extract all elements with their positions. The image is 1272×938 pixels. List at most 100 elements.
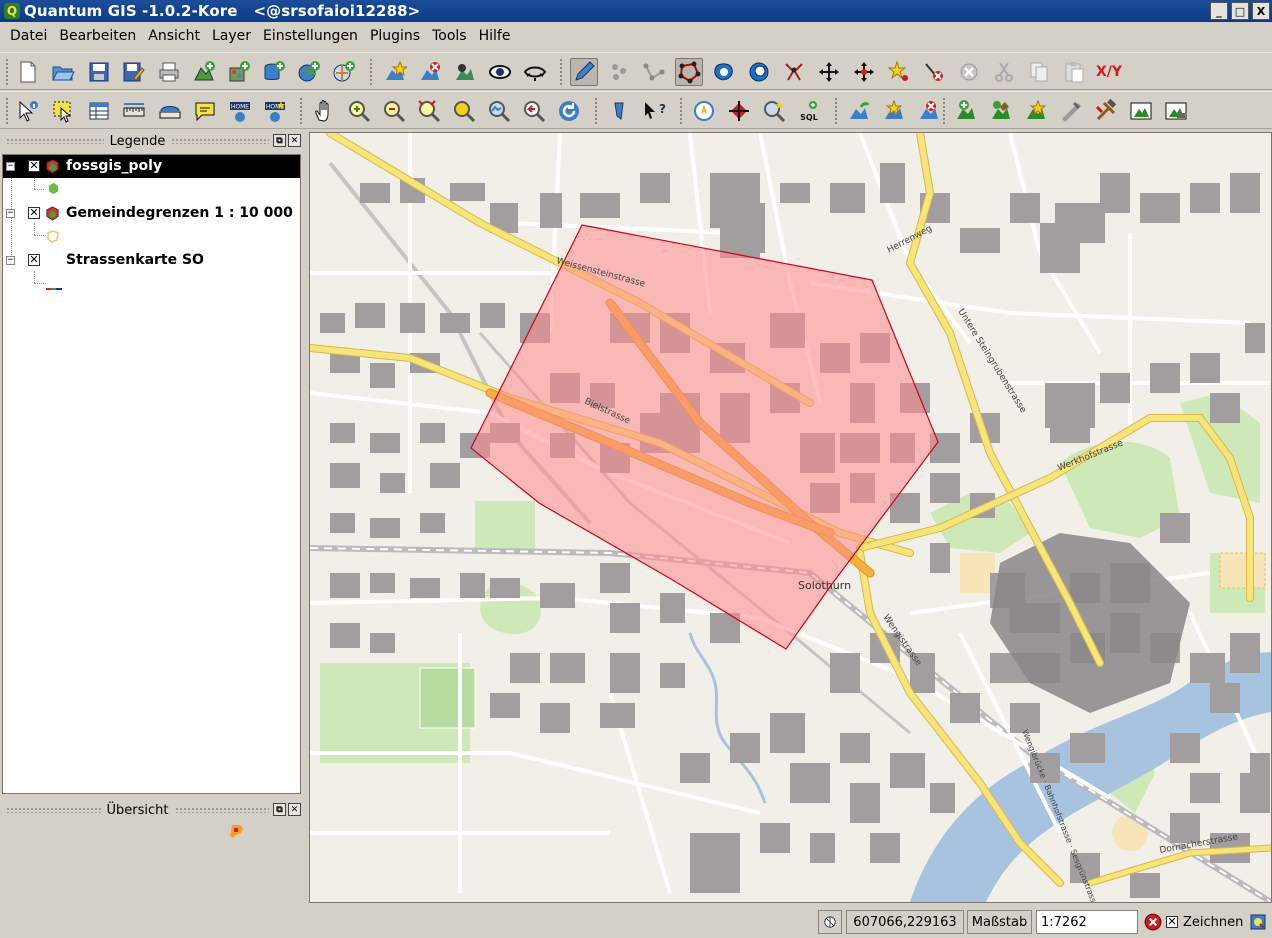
map-svg[interactable]: Weissensteinstrasse Bielstrasse Herrenwe…: [310, 133, 1271, 902]
sql-icon[interactable]: SQL: [795, 97, 823, 125]
map-canvas[interactable]: Weissensteinstrasse Bielstrasse Herrenwe…: [309, 132, 1272, 903]
render-toggle[interactable]: ✕ Zeichnen: [1166, 910, 1244, 934]
toolbar-grip[interactable]: [560, 59, 564, 85]
layer-visibility-checkbox[interactable]: ✕: [28, 160, 40, 172]
add-vertex-icon[interactable]: [885, 58, 913, 86]
gps-icon[interactable]: [725, 97, 753, 125]
home-icon[interactable]: HOME: [226, 97, 254, 125]
stop-render-icon[interactable]: [1141, 910, 1165, 934]
add-raster-layer-icon[interactable]: [952, 97, 980, 125]
menu-hilfe[interactable]: Hilfe: [473, 28, 517, 44]
home-plus-icon[interactable]: HOME: [261, 97, 289, 125]
menu-tools[interactable]: Tools: [426, 28, 473, 44]
new-point-layer-icon[interactable]: [880, 97, 908, 125]
menu-plugins[interactable]: Plugins: [364, 28, 426, 44]
collapse-icon[interactable]: −: [6, 162, 15, 171]
identify-icon[interactable]: [14, 97, 42, 125]
add-island-icon[interactable]: [745, 58, 773, 86]
remove-layer-icon[interactable]: [416, 58, 444, 86]
legend-layer-strassenkarte[interactable]: − ✕ Strassenkarte SO: [3, 249, 300, 272]
add-wfs-icon[interactable]: [330, 58, 358, 86]
toolbar-grip[interactable]: [370, 59, 374, 85]
pan-icon[interactable]: [310, 97, 338, 125]
close-button[interactable]: X: [1252, 2, 1270, 20]
map-tips-icon[interactable]: [191, 97, 219, 125]
add-all-icon[interactable]: [451, 58, 479, 86]
delete-vertex-icon[interactable]: [920, 58, 948, 86]
move-vertex-icon[interactable]: [850, 58, 878, 86]
minimize-button[interactable]: _: [1210, 2, 1228, 20]
legend-float-button[interactable]: ⧉: [273, 134, 286, 147]
whats-this-icon[interactable]: ?: [640, 97, 668, 125]
toolbar-grip[interactable]: [835, 98, 839, 124]
toolbar-grip[interactable]: [6, 98, 10, 124]
legend-layer-gemeindegrenzen[interactable]: − ✕ Gemeindegrenzen 1 : 10 000: [3, 202, 300, 225]
add-wms-icon[interactable]: [295, 58, 323, 86]
grass-icon[interactable]: [1057, 97, 1085, 125]
add-ring-icon[interactable]: [710, 58, 738, 86]
add-wfs-layer-icon[interactable]: [845, 97, 873, 125]
overview-float-button[interactable]: ⧉: [273, 803, 286, 816]
toolbar-grip[interactable]: [943, 98, 947, 124]
render-checkbox[interactable]: ✕: [1166, 916, 1178, 928]
cut-icon[interactable]: [990, 58, 1018, 86]
overview-close-button[interactable]: ✕: [288, 803, 301, 816]
menu-ansicht[interactable]: Ansicht: [142, 28, 206, 44]
select-icon[interactable]: [49, 97, 77, 125]
show-all-icon[interactable]: [486, 58, 514, 86]
zoom-selection-icon[interactable]: [450, 97, 478, 125]
menu-datei[interactable]: Datei: [4, 28, 53, 44]
zoom-layer-icon[interactable]: [485, 97, 513, 125]
open-project-icon[interactable]: [49, 58, 77, 86]
coordinate-capture-icon[interactable]: X/Y: [1095, 58, 1123, 86]
save-project-icon[interactable]: [85, 58, 113, 86]
overview-map-thumbnail[interactable]: [228, 822, 248, 840]
split-icon[interactable]: [815, 58, 843, 86]
georeferencer-icon[interactable]: [1022, 97, 1050, 125]
remove-point-icon[interactable]: [915, 97, 943, 125]
copy-icon[interactable]: [1025, 58, 1053, 86]
measure-line-icon[interactable]: [120, 97, 148, 125]
menu-einstellungen[interactable]: Einstellungen: [257, 28, 364, 44]
toolbar-grip[interactable]: [680, 98, 684, 124]
menu-layer[interactable]: Layer: [206, 28, 257, 44]
move-feature-icon[interactable]: [780, 58, 808, 86]
mouse-tracking-icon[interactable]: [818, 910, 842, 934]
add-postgis-icon[interactable]: [260, 58, 288, 86]
zoom-in-icon[interactable]: [345, 97, 373, 125]
collapse-icon[interactable]: −: [6, 209, 15, 218]
save-as-icon[interactable]: [119, 58, 147, 86]
delete-selected-icon[interactable]: [955, 58, 983, 86]
add-vector-icon[interactable]: [190, 58, 218, 86]
measure-area-icon[interactable]: [156, 97, 184, 125]
refresh-icon[interactable]: [555, 97, 583, 125]
capture-point-icon[interactable]: [605, 58, 633, 86]
toggle-editing-icon[interactable]: [570, 58, 598, 86]
legend-close-button[interactable]: ✕: [288, 134, 301, 147]
close-mapset-icon[interactable]: [1162, 97, 1190, 125]
new-mapset-icon[interactable]: [1127, 97, 1155, 125]
legend-layer-fossgis-poly[interactable]: − ✕ fossgis_poly: [3, 155, 300, 178]
grass-tools-icon[interactable]: [1092, 97, 1120, 125]
zoom-out-icon[interactable]: [380, 97, 408, 125]
paste-icon[interactable]: [1060, 58, 1088, 86]
attribute-table-icon[interactable]: [85, 97, 113, 125]
collapse-icon[interactable]: −: [6, 256, 15, 265]
print-icon[interactable]: [155, 58, 183, 86]
legend-titlebar[interactable]: Legende: [0, 131, 303, 151]
toolbar-grip[interactable]: [6, 59, 10, 85]
hide-all-icon[interactable]: [521, 58, 549, 86]
menu-bearbeiten[interactable]: Bearbeiten: [53, 28, 142, 44]
toolbar-grip[interactable]: [300, 98, 304, 124]
add-vector-layer-icon[interactable]: [987, 97, 1015, 125]
north-arrow-icon[interactable]: [690, 97, 718, 125]
toolbar-grip[interactable]: [595, 98, 599, 124]
bookmark-icon[interactable]: [605, 97, 633, 125]
layer-visibility-checkbox[interactable]: ✕: [28, 207, 40, 219]
scale-input[interactable]: 1:7262: [1036, 910, 1138, 934]
zoom-last-icon[interactable]: [520, 97, 548, 125]
query-icon[interactable]: [760, 97, 788, 125]
new-project-icon[interactable]: [14, 58, 42, 86]
capture-polygon-icon[interactable]: [675, 58, 703, 86]
new-layer-icon[interactable]: [381, 58, 409, 86]
